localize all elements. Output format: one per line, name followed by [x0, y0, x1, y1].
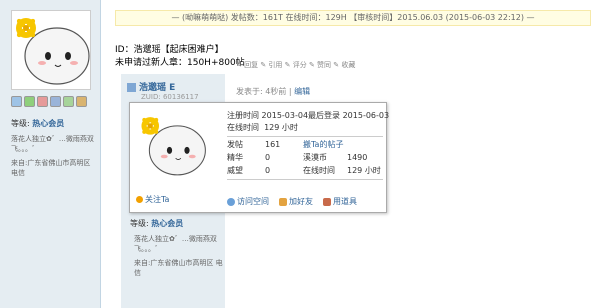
- user-posts-link[interactable]: 搬Ta的帖子: [303, 139, 383, 151]
- register-row: 注册时间 2015-03-04最后登录 2015-06-03: [227, 110, 389, 122]
- lastlogin-label: 最后登录: [308, 111, 341, 120]
- visit-space-button[interactable]: 访问空间: [227, 196, 269, 207]
- register-label: 注册时间: [227, 111, 259, 120]
- add-friend-label: 加好友: [289, 197, 313, 206]
- globe-icon: [227, 197, 235, 206]
- use-tool-label: 用道具: [333, 197, 357, 206]
- post-username-text: 浩邈瑶 E: [139, 83, 176, 93]
- post-location: 来自:广东省佛山市高明区 电信: [134, 259, 223, 277]
- avatar-image: [16, 18, 90, 85]
- avatar[interactable]: [11, 10, 91, 90]
- follow-icon: [136, 196, 143, 203]
- post-signature: 落花人独立✿゛…微雨燕双飞。。。゛: [134, 235, 217, 253]
- coin-value: 1490: [347, 153, 368, 162]
- post-username[interactable]: 浩邈瑶 E: [127, 80, 175, 93]
- digest-value: 0: [265, 153, 271, 162]
- online2-value: 129 小时: [347, 166, 381, 175]
- online-label: 在线时间: [227, 123, 259, 132]
- follow-button[interactable]: 关注Ta: [136, 194, 169, 205]
- friend-icon[interactable]: [24, 96, 35, 107]
- publish-time: 发表于: 4秒前 | 编辑: [236, 87, 311, 96]
- level-value[interactable]: 热心会员: [32, 119, 64, 128]
- profile-icon[interactable]: [50, 96, 61, 107]
- prestige-value: 0: [265, 166, 271, 175]
- register-value: 2015-03-04: [261, 111, 309, 120]
- posts-value: 161: [265, 140, 281, 149]
- edit-link[interactable]: 编辑: [294, 87, 310, 96]
- coin-label: 溪漠币: [303, 153, 327, 162]
- online2-label: 在线时间: [303, 166, 335, 175]
- prestige-label: 威望: [227, 166, 243, 175]
- follow-label: 关注Ta: [145, 195, 170, 204]
- level-label: 等级:: [11, 119, 30, 128]
- posts-label: 发帖: [227, 140, 243, 149]
- post-action-bar[interactable]: ✎ 回复 ✎ 引用 ✎ 评分 ✎ 赞同 ✎ 收藏: [236, 60, 355, 70]
- space-icon[interactable]: [37, 96, 48, 107]
- publish-time-text: 发表于: 4秒前: [236, 87, 287, 96]
- online-value: 129 小时: [264, 123, 298, 132]
- log-icon[interactable]: [76, 96, 87, 107]
- post-level-label: 等级:: [130, 219, 149, 228]
- user-stats: 注册时间 2015-03-04最后登录 2015-06-03 在线时间 129 …: [227, 110, 389, 182]
- post-uid: ZUID: 60136117: [141, 93, 199, 101]
- message-icon[interactable]: [11, 96, 22, 107]
- rating-notice-bar: — (呦嘛萌萌哒) 发帖数：161T 在线时间：129H 【审核时间】2015.…: [115, 10, 591, 26]
- user-icon: [127, 83, 136, 92]
- post-id-line: ID：浩邈瑶【起床困难户】: [115, 45, 224, 55]
- digest-label: 精华: [227, 153, 243, 162]
- add-friend-button[interactable]: 加好友: [279, 196, 313, 207]
- album-icon[interactable]: [63, 96, 74, 107]
- use-tool-button[interactable]: 用道具: [323, 196, 357, 207]
- sidebar: 等级: 热心会员 落花人独立✿゛…微雨燕双飞。。。゛ 来自:广东省佛山市高明区 …: [0, 0, 101, 308]
- divider: [227, 136, 383, 137]
- lastlogin-value: 2015-06-03: [342, 111, 390, 120]
- popup-avatar[interactable]: [138, 111, 208, 181]
- tool-icon: [323, 197, 331, 206]
- post-level-value[interactable]: 热心会员: [151, 219, 183, 228]
- popup-avatar-image: [141, 117, 206, 176]
- card-actions: 访问空间 加好友 用道具: [227, 196, 357, 207]
- divider: [227, 179, 383, 180]
- signature: 落花人独立✿゛…微雨燕双飞。。。゛: [11, 135, 94, 153]
- online-row: 在线时间 129 小时: [227, 122, 383, 134]
- user-info-popup: 关注Ta 注册时间 2015-03-04最后登录 2015-06-03 在线时间…: [129, 102, 389, 213]
- post-user-level: 等级: 热心会员: [130, 218, 183, 229]
- add-friend-icon: [279, 197, 287, 206]
- visit-space-label: 访问空间: [237, 197, 269, 206]
- profile-icon-row: [11, 96, 87, 107]
- user-level: 等级: 热心会员: [11, 118, 64, 129]
- location: 来自:广东省佛山市高明区 电信: [11, 159, 91, 177]
- post-medal-line: 未申请过新人章：150H+800帖: [115, 58, 245, 68]
- stats-grid: 发帖 161 搬Ta的帖子 精华 0 溪漠币 1490 威望 0 在线时间 12…: [227, 139, 383, 177]
